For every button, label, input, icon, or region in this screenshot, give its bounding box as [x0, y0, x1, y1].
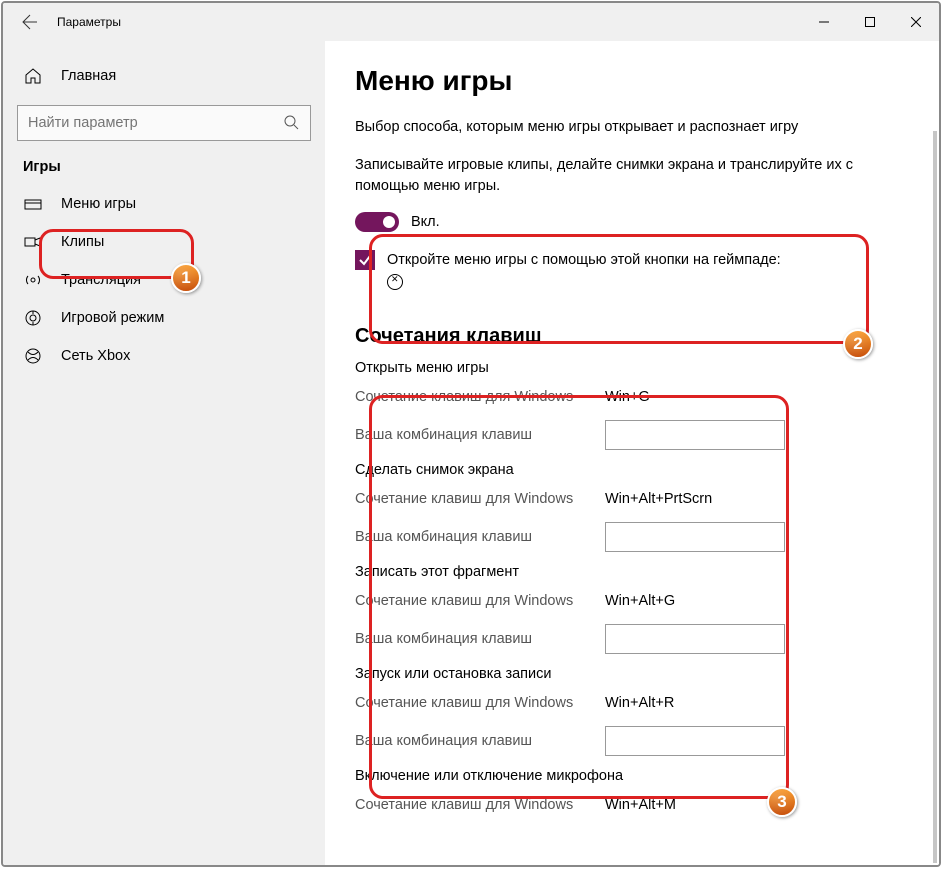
sidebar: Главная Игры Меню игры — [3, 41, 325, 865]
sidebar-home-label: Главная — [61, 68, 116, 84]
shortcut-input-startstop[interactable] — [605, 726, 785, 756]
main-content: Меню игры Выбор способа, которым меню иг… — [325, 41, 939, 865]
gamebar-toggle[interactable] — [355, 212, 399, 232]
shortcut-record-clip: Записать этот фрагмент Сочетание клавиш … — [355, 564, 909, 654]
close-button[interactable] — [893, 3, 939, 41]
broadcast-icon — [23, 270, 43, 290]
shortcut-input-clip[interactable] — [605, 624, 785, 654]
sidebar-item-label: Трансляция — [61, 272, 141, 288]
search-input-box[interactable] — [17, 105, 311, 141]
search-input[interactable] — [28, 115, 283, 131]
xbox-button-icon — [387, 274, 403, 290]
clips-icon — [23, 232, 43, 252]
toggle-state: Вкл. — [411, 214, 440, 230]
page-title: Меню игры — [355, 65, 909, 97]
home-icon — [23, 66, 43, 86]
gamemode-icon — [23, 308, 43, 328]
window-title: Параметры — [57, 15, 121, 29]
gamebar-icon — [23, 194, 43, 214]
sidebar-home[interactable]: Главная — [3, 57, 325, 95]
shortcut-mic: Включение или отключение микрофона Сочет… — [355, 768, 909, 820]
titlebar: Параметры — [3, 3, 939, 41]
back-button[interactable] — [21, 13, 39, 31]
xbox-icon — [23, 346, 43, 366]
sidebar-item-gamebar[interactable]: Меню игры — [3, 185, 325, 223]
scrollbar[interactable] — [933, 131, 937, 863]
shortcut-screenshot: Сделать снимок экрана Сочетание клавиш д… — [355, 462, 909, 552]
sidebar-section-header: Игры — [3, 159, 325, 175]
shortcut-input-open[interactable] — [605, 420, 785, 450]
sidebar-item-label: Игровой режим — [61, 310, 164, 326]
shortcut-start-stop: Запуск или остановка записи Сочетание кл… — [355, 666, 909, 756]
gamepad-checkbox[interactable] — [355, 250, 375, 270]
sidebar-item-clips[interactable]: Клипы — [3, 223, 325, 261]
sidebar-item-label: Меню игры — [61, 196, 136, 212]
sidebar-item-label: Клипы — [61, 234, 104, 250]
sidebar-item-xbox[interactable]: Сеть Xbox — [3, 337, 325, 375]
shortcut-open-gamebar: Открыть меню игры Сочетание клавиш для W… — [355, 360, 909, 450]
page-description: Выбор способа, которым меню игры открыва… — [355, 117, 909, 137]
minimize-button[interactable] — [801, 3, 847, 41]
recording-description: Записывайте игровые клипы, делайте снимк… — [355, 155, 909, 196]
sidebar-item-gamemode[interactable]: Игровой режим — [3, 299, 325, 337]
maximize-button[interactable] — [847, 3, 893, 41]
search-icon — [283, 114, 300, 132]
sidebar-item-label: Сеть Xbox — [61, 348, 130, 364]
sidebar-item-broadcast[interactable]: Трансляция — [3, 261, 325, 299]
shortcuts-header: Сочетания клавиш — [355, 325, 909, 348]
shortcut-input-screenshot[interactable] — [605, 522, 785, 552]
gamepad-checkbox-label: Откройте меню игры с помощью этой кнопки… — [387, 252, 781, 268]
